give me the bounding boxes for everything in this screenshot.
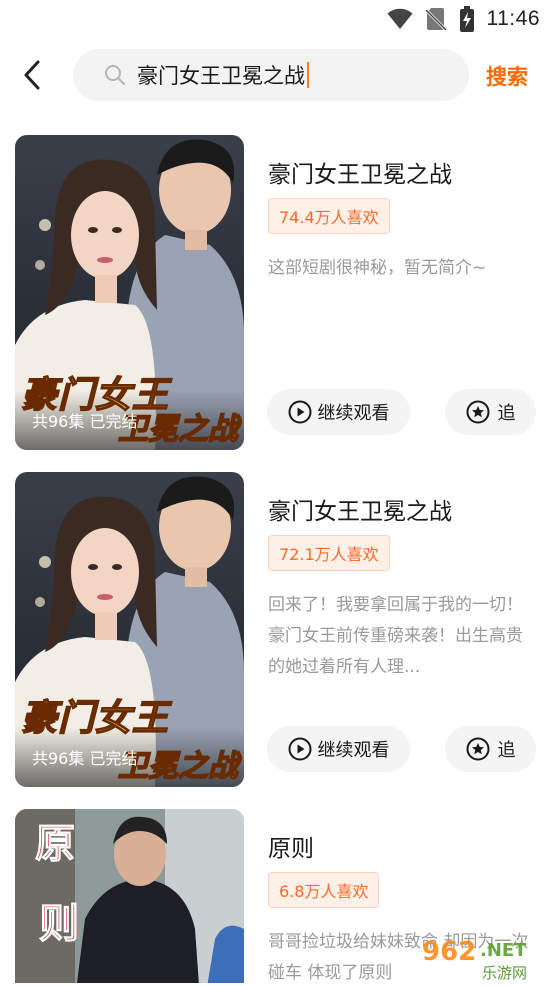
drama-description: 这部短剧很神秘，暂无简介~ xyxy=(268,258,487,278)
svg-text:962: 962 xyxy=(422,937,476,967)
episode-count: 共96集 已完结 xyxy=(32,749,138,768)
continue-watching-button[interactable]: 继续观看 xyxy=(267,726,410,772)
likes-badge: 74.4万人喜欢 xyxy=(268,198,390,234)
svg-text:.NET: .NET xyxy=(480,940,527,961)
likes-badge: 72.1万人喜欢 xyxy=(268,535,390,571)
episode-count: 共96集 已完结 xyxy=(32,412,138,431)
drama-title[interactable]: 豪门女王卫冕之战 xyxy=(268,492,452,526)
star-icon xyxy=(466,400,489,424)
search-field[interactable]: 豪门女王卫冕之战 xyxy=(73,49,469,101)
search-query: 豪门女王卫冕之战 xyxy=(137,64,305,88)
back-button[interactable] xyxy=(14,56,50,94)
status-bar: 11:46 xyxy=(0,0,552,38)
follow-label: 追 xyxy=(497,740,516,761)
poster-image[interactable]: 原 则 xyxy=(15,809,244,983)
poster-image[interactable]: 豪门女王 卫冕之战 共96集 已完结 xyxy=(15,135,244,450)
wifi-icon xyxy=(387,8,412,29)
drama-title[interactable]: 豪门女王卫冕之战 xyxy=(268,155,452,189)
chevron-left-icon xyxy=(24,60,40,90)
poster-title-art: 原 xyxy=(35,820,76,868)
search-input[interactable]: 豪门女王卫冕之战 xyxy=(137,61,309,89)
battery-icon xyxy=(459,6,474,32)
drama-description: 回来了！我要拿回属于我的一切！豪门女王前传重磅来袭！出生高贵的她过着所有人理..… xyxy=(268,595,523,677)
play-icon xyxy=(288,400,311,424)
result-card[interactable]: 豪门女王 卫冕之战 共96集 已完结 豪门女王卫冕之战 74.4万人喜欢 这部短… xyxy=(0,135,552,455)
play-icon xyxy=(288,737,311,761)
follow-button[interactable]: 追 xyxy=(445,726,536,772)
status-time: 11:46 xyxy=(486,7,540,30)
continue-watching-label: 继续观看 xyxy=(317,403,390,424)
poster-title-art: 则 xyxy=(39,900,80,948)
search-icon xyxy=(105,65,125,85)
svg-text:乐游网: 乐游网 xyxy=(482,964,527,982)
search-button[interactable]: 搜索 xyxy=(486,61,528,91)
site-watermark-logo: 962 .NET 乐游网 xyxy=(418,932,548,982)
search-bar: 豪门女王卫冕之战 搜索 xyxy=(0,48,552,102)
drama-title[interactable]: 原则 xyxy=(268,829,314,863)
continue-watching-label: 继续观看 xyxy=(317,740,390,761)
poster-title-art: 豪门女王 xyxy=(20,696,170,740)
status-icons: 11:46 xyxy=(387,6,541,32)
poster-image[interactable]: 豪门女王 卫冕之战 共96集 已完结 xyxy=(15,472,244,787)
star-icon xyxy=(466,737,489,761)
no-sim-icon xyxy=(424,8,447,31)
follow-button[interactable]: 追 xyxy=(445,389,536,435)
follow-label: 追 xyxy=(497,403,516,424)
likes-badge: 6.8万人喜欢 xyxy=(268,872,380,908)
continue-watching-button[interactable]: 继续观看 xyxy=(267,389,410,435)
result-card[interactable]: 豪门女王 卫冕之战 共96集 已完结 豪门女王卫冕之战 72.1万人喜欢 回来了… xyxy=(0,472,552,792)
text-caret xyxy=(307,62,309,88)
